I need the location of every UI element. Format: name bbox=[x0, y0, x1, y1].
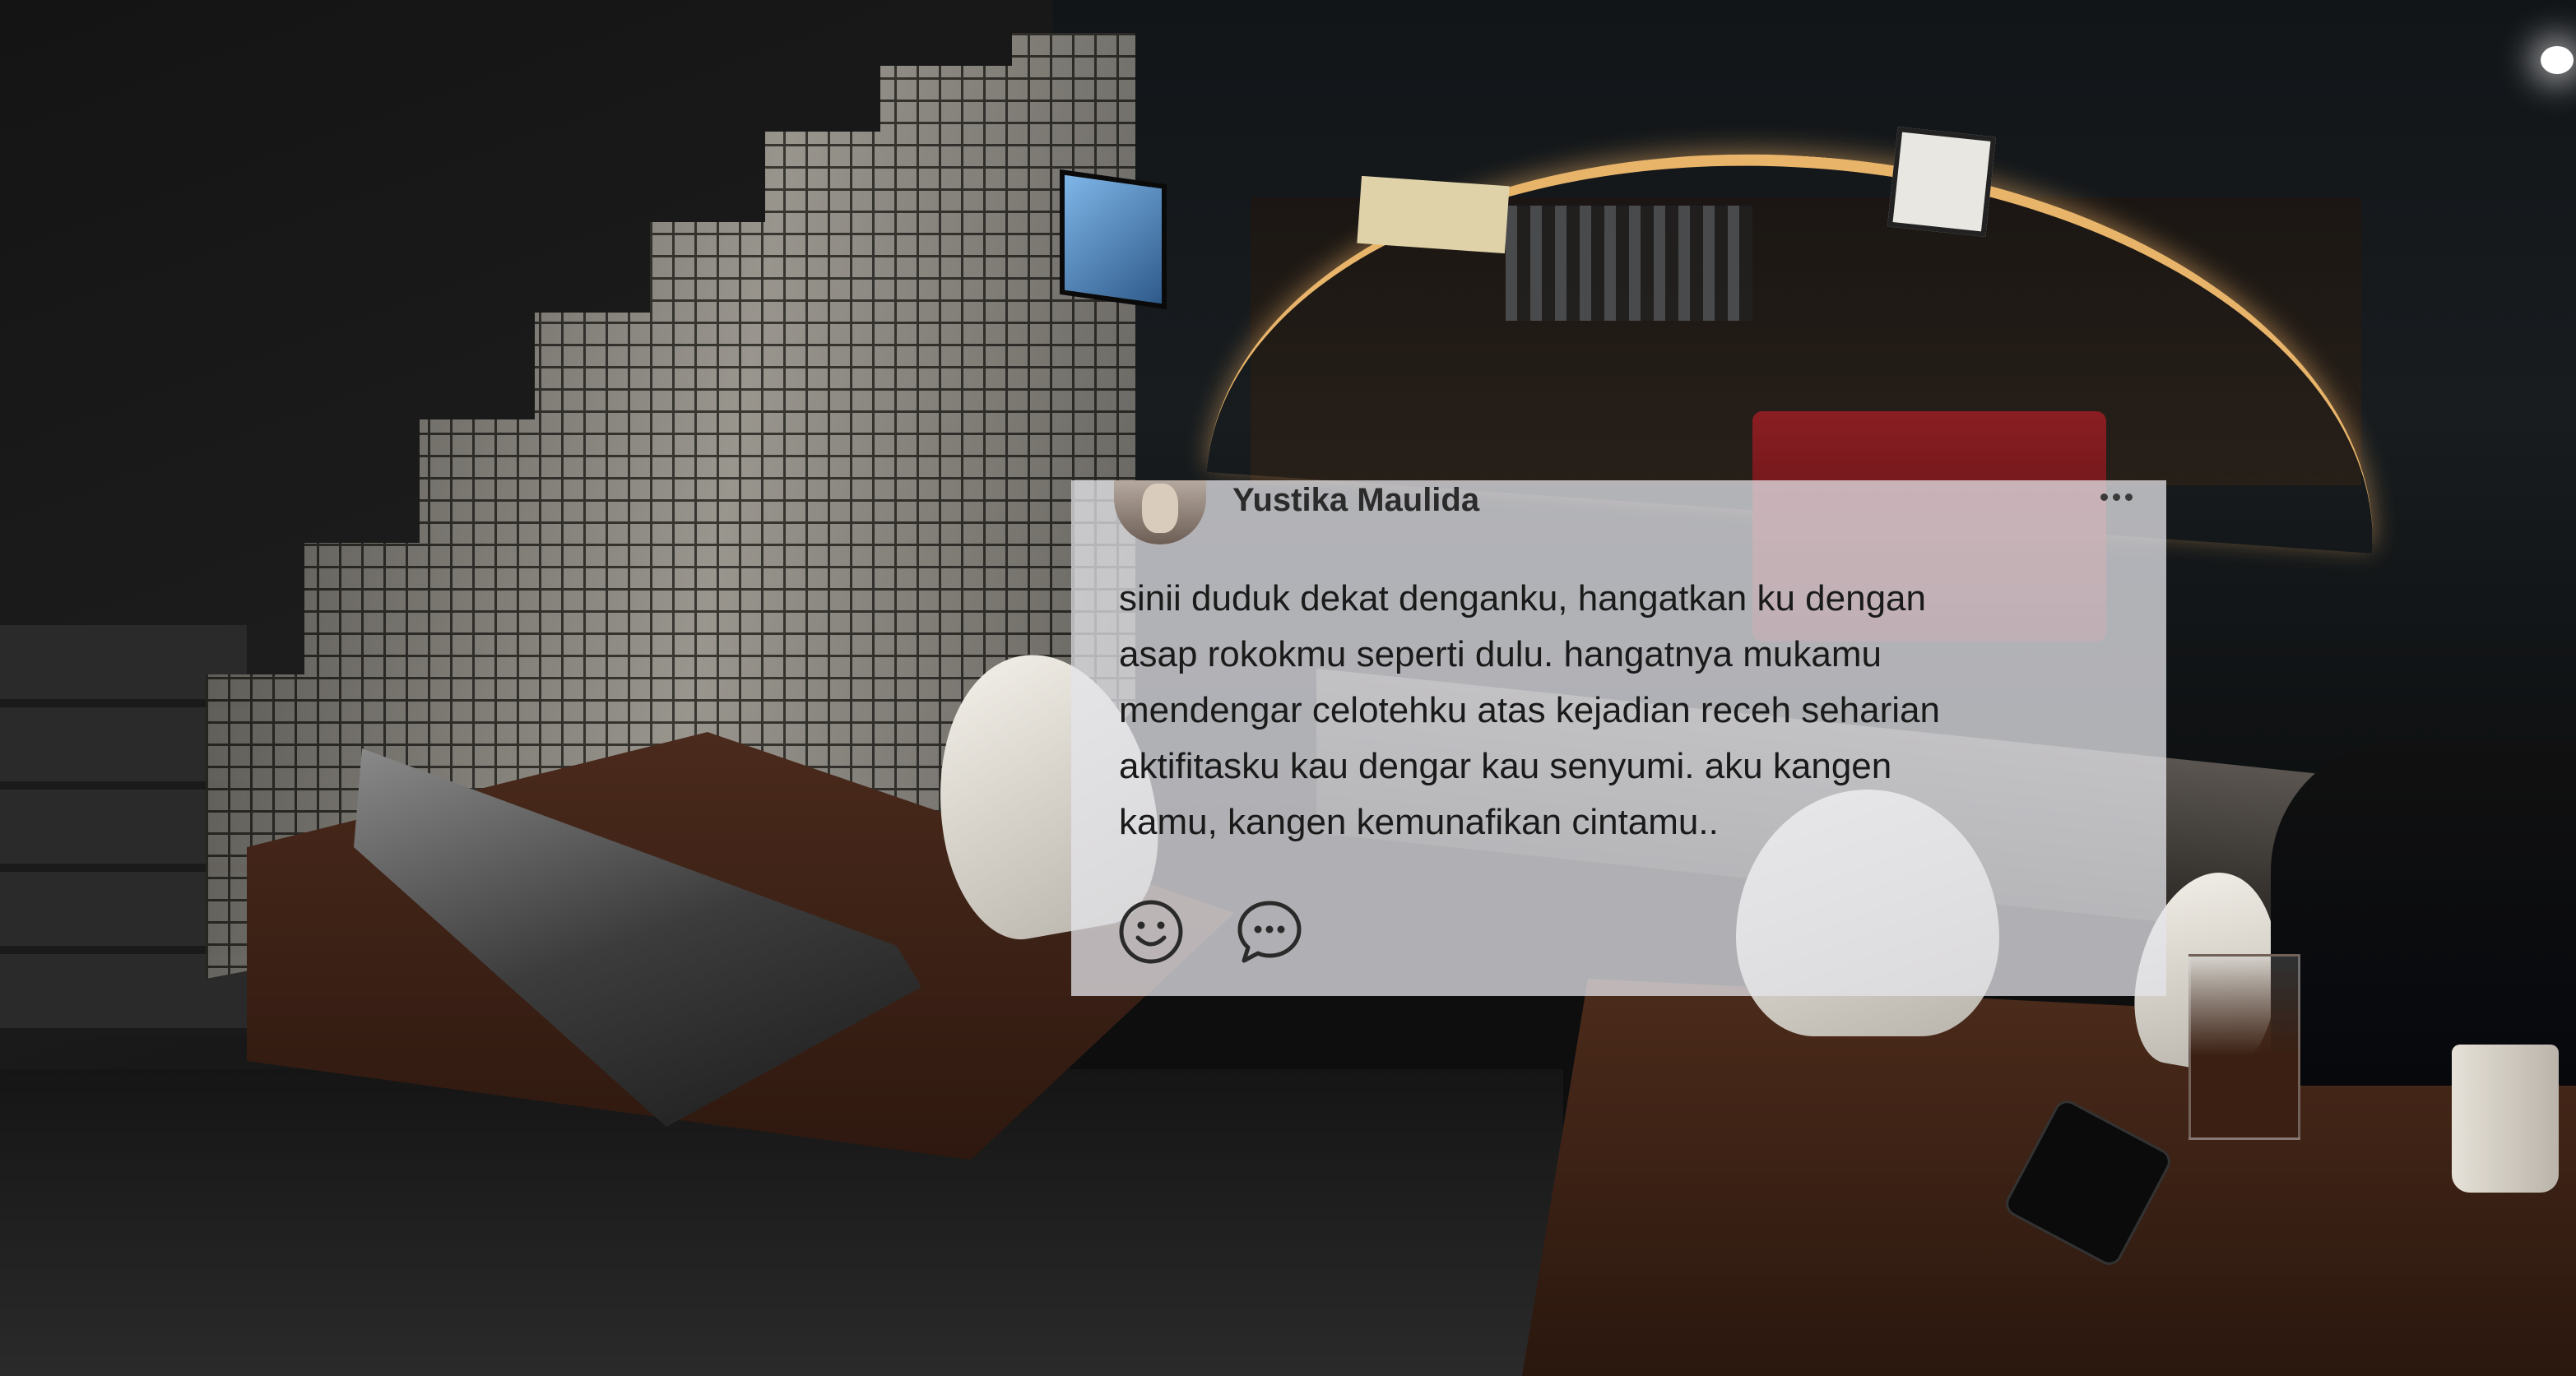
post-body-line: mendengar celotehku atas kejadian receh … bbox=[1119, 690, 1940, 730]
wall-tv bbox=[1060, 169, 1167, 310]
post-body-line: kamu, kangen kemunafikan cintamu.. bbox=[1119, 802, 1719, 842]
wall-frame bbox=[1887, 127, 1997, 237]
more-horizontal-icon[interactable] bbox=[2091, 489, 2141, 505]
post-body-line: asap rokokmu seperti dulu. hangatnya muk… bbox=[1119, 634, 1882, 674]
coffee-mug bbox=[2452, 1045, 2559, 1193]
ceiling-light bbox=[2541, 46, 2574, 74]
post-body-line: aktifitasku kau dengar kau senyumi. aku … bbox=[1119, 746, 1892, 786]
bar-sign bbox=[1357, 175, 1510, 254]
seated-person bbox=[2271, 740, 2576, 1086]
post-body-line: sinii duduk dekat denganku, hangatkan ku… bbox=[1119, 578, 1926, 619]
smile-icon[interactable] bbox=[1117, 898, 1185, 966]
post-body: sinii duduk dekat denganku, hangatkan ku… bbox=[1119, 571, 2139, 850]
author-avatar[interactable] bbox=[1114, 480, 1206, 544]
drink-glass bbox=[2188, 954, 2300, 1140]
comment-icon[interactable] bbox=[1236, 898, 1303, 966]
post-card: Yustika Maulida sinii duduk dekat dengan… bbox=[1071, 480, 2166, 996]
author-name[interactable]: Yustika Maulida bbox=[1232, 480, 1479, 520]
